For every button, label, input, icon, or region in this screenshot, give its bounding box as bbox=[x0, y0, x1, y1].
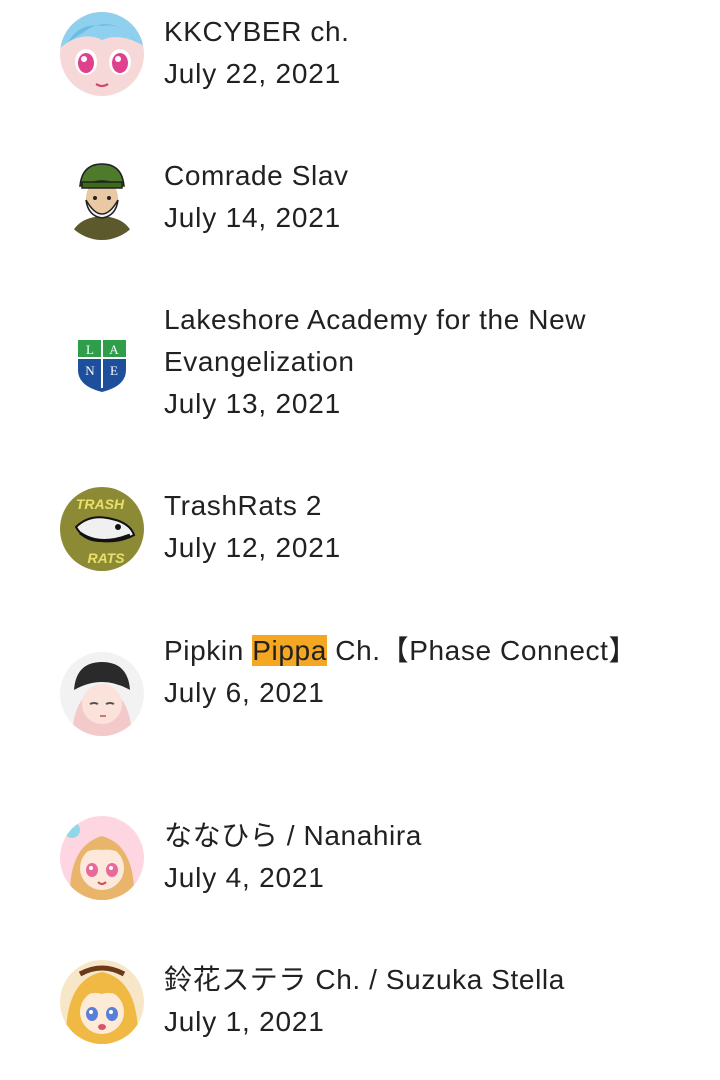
subscribe-date: July 22, 2021 bbox=[164, 58, 341, 89]
channel-name[interactable]: Comrade Slav bbox=[164, 155, 680, 197]
lane-letter-n: N bbox=[85, 363, 95, 378]
channel-name[interactable]: Pipkin Pippa Ch.【Phase Connect】 bbox=[164, 630, 680, 672]
lane-letter-e: E bbox=[110, 363, 118, 378]
avatar[interactable] bbox=[60, 652, 144, 736]
beanie-girl-avatar-icon bbox=[60, 652, 144, 736]
search-highlight: Pippa bbox=[252, 635, 327, 666]
channel-name[interactable]: KKCYBER ch. bbox=[164, 11, 680, 53]
channel-list: KKCYBER ch. July 22, 2021 Comrade Slav J… bbox=[0, 0, 720, 1080]
subscribe-date: July 14, 2021 bbox=[164, 202, 341, 233]
lane-shield-logo-icon: L A N E bbox=[60, 322, 144, 406]
anime-girl-avatar-icon bbox=[60, 816, 144, 900]
name-part: Ch.【Phase Connect】 bbox=[326, 635, 638, 666]
subscribe-date: July 6, 2021 bbox=[164, 677, 325, 708]
avatar[interactable]: L A N E bbox=[60, 322, 144, 406]
lane-letter-a: A bbox=[109, 342, 119, 357]
subscribe-date: July 1, 2021 bbox=[164, 1006, 325, 1037]
channel-name[interactable]: TrashRats 2 bbox=[164, 485, 680, 527]
trashrats-logo-icon: TRASH RATS bbox=[60, 487, 144, 571]
trashrats-bottom-text: RATS bbox=[87, 550, 125, 566]
avatar[interactable]: TRASH RATS bbox=[60, 487, 144, 571]
lane-letter-l: L bbox=[86, 342, 94, 357]
avatar[interactable] bbox=[60, 156, 144, 240]
bearded-man-ushanka-avatar-icon bbox=[60, 156, 144, 240]
avatar[interactable] bbox=[60, 12, 144, 96]
anime-girl-avatar-icon bbox=[60, 960, 144, 1044]
channel-name[interactable]: 鈴花ステラ Ch. / Suzuka Stella bbox=[164, 959, 680, 1001]
subscribe-date: July 12, 2021 bbox=[164, 532, 341, 563]
subscribe-date: July 13, 2021 bbox=[164, 388, 341, 419]
channel-name[interactable]: Lakeshore Academy for the New Evangeliza… bbox=[164, 299, 680, 383]
avatar[interactable] bbox=[60, 960, 144, 1044]
trashrats-top-text: TRASH bbox=[76, 496, 125, 512]
avatar[interactable] bbox=[60, 816, 144, 900]
anime-girl-avatar-icon bbox=[60, 12, 144, 96]
name-part: Pipkin bbox=[164, 635, 253, 666]
channel-name[interactable]: ななひら / Nanahira bbox=[164, 815, 680, 857]
subscribe-date: July 4, 2021 bbox=[164, 862, 325, 893]
